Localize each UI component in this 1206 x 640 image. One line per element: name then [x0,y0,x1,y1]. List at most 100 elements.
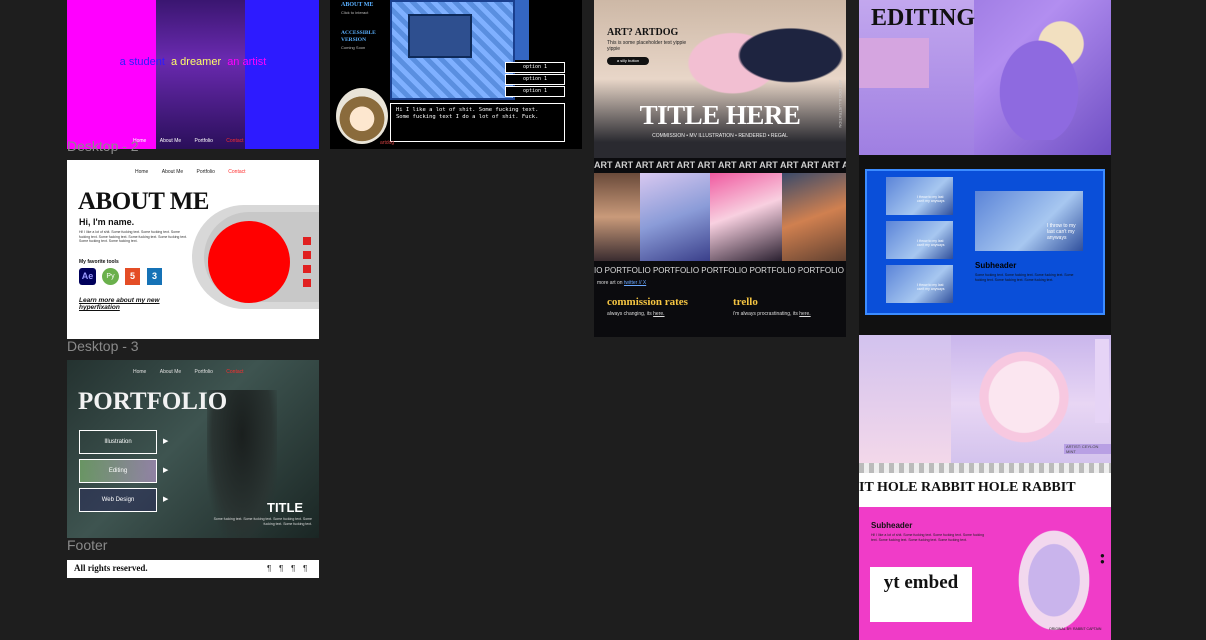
red-button-3[interactable] [303,265,311,273]
game-coming: Coming Soon [341,45,366,50]
rabbit-body: Hi! I like a lot of shit. Some fucking t… [871,533,985,542]
nav-about[interactable]: About Me [162,169,183,175]
red-button-2[interactable] [303,251,311,259]
portfolio-item-illustration[interactable]: Illustration [79,430,157,454]
play-icon: ▶ [163,438,169,445]
social-icon-3[interactable]: ¶ [291,564,295,573]
artdog-frame: ART? ARTDOG This is some placeholder tex… [594,0,846,337]
nav-contact[interactable]: Contact [226,138,243,144]
nav-about[interactable]: About Me [160,369,181,375]
nav-about[interactable]: About Me [160,138,181,144]
play-icon: ▶ [163,467,169,474]
portfolio-card-text: Some fucking text. Some fucking text. So… [213,517,312,526]
game-about-sub: Click to interact [341,10,369,15]
red-button-4[interactable] [303,279,311,287]
artdog-gallery [594,173,846,261]
about-body: Hi! I like a lot of shit. Some fucking t… [79,230,187,243]
commission-text: always changing, its here. [607,311,665,317]
rabbit-embed[interactable]: yt embed [870,567,972,622]
game-map-room [408,14,472,58]
about-link[interactable]: Learn more about my new hyperfixation [79,297,189,311]
frame-label-desktop3[interactable]: Desktop - 3 [67,338,139,354]
game-option-1[interactable]: option 1 [505,62,565,73]
social-icon-1[interactable]: ¶ [267,564,271,573]
canvas: { "labels": {"desktop2": "Desktop - 2", … [0,0,1206,640]
game-about-title[interactable]: ABOUT ME [341,2,373,8]
gallery-tile-3[interactable] [710,173,782,261]
nav-home[interactable]: Home [133,369,146,375]
nav-home[interactable]: Home [135,169,148,175]
game-map-sidebar [515,0,529,60]
artdog-vertical-text: ART DOG ILLUSTRATION [838,80,843,128]
html5-icon: 5 [125,268,140,285]
hero-student: a student [119,56,165,68]
artdog-more-art: more art on twitter // X [597,280,646,286]
hero-stripe-magenta [67,0,156,149]
artdog-marquee-portfolio: IO PORTFOLIO PORTFOLIO PORTFOLIO PORTFOL… [594,266,844,275]
about-frame: Home About Me Portfolio Contact ABOUT ME… [67,160,319,339]
game-dialog-text: Hi I like a lot of shit. Some fucking te… [396,107,539,120]
trello-link[interactable]: here. [799,311,810,317]
rabbit-sidebar [1095,339,1109,423]
more-art-link[interactable]: twitter // X [624,280,646,286]
rabbit-caption: ARTIST: CEYLON MINT [1064,444,1111,454]
game-accessible[interactable]: ACCESSIBLE VERSION [341,30,381,44]
red-button-1[interactable] [303,237,311,245]
editing-character [984,20,1094,140]
artdog-button[interactable]: a silly button [607,57,649,65]
blue-thumb-2-text: I throw to my last can't my anyways [917,239,945,247]
frame-label-footer[interactable]: Footer [67,537,107,553]
about-tools-heading: My favorite tools [79,259,119,265]
about-nav: Home About Me Portfolio Contact [129,169,252,175]
trello-text: i'm always procrastinating, its here. [733,311,823,318]
artdog-marquee-art: ART ART ART ART ART ART ART ART ART ART … [594,160,846,170]
trello-text-label: i'm always procrastinating, its [733,311,798,317]
hero-stripe-purple [156,0,245,149]
game-option-2[interactable]: option 1 [505,74,565,85]
hero-tagline: a student a dreamer an artist [67,56,319,68]
commission-text-label: always changing, its [607,311,652,317]
editing-frame: EDITING [859,0,1111,155]
rabbit-marquee: IT HOLE RABBIT HOLE RABBIT [859,480,1076,495]
nav-contact[interactable]: Contact [228,169,245,175]
game-option-3[interactable]: option 1 [505,86,565,97]
game-frame: ABOUT ME Click to interact ACCESSIBLE VE… [330,0,582,149]
blue-thumb-1-text: I throw to my last can't my anyways [917,195,945,203]
css3-icon: 3 [147,268,162,285]
portfolio-item-web-design[interactable]: Web Design [79,488,157,512]
rabbit-subheader: Subheader [871,521,913,530]
more-art-label: more art on [597,280,623,286]
scroll-dots-icon[interactable]: ● ● [1100,552,1105,566]
nav-portfolio[interactable]: Portfolio [197,169,215,175]
portfolio-title: PORTFOLIO [78,388,228,415]
frame-label-desktop2[interactable]: Desktop - 2 [67,138,139,154]
blue-frame: I throw to my last can't my anyways I th… [859,155,1111,335]
social-icon-4[interactable]: ¶ [303,564,307,573]
play-icon: ▶ [163,496,169,503]
editing-left-block [859,38,929,88]
tool-py-icon: Py [102,268,119,285]
blue-feature-image[interactable] [975,191,1083,251]
gallery-tile-4[interactable] [782,173,846,261]
nav-portfolio[interactable]: Portfolio [195,138,213,144]
artdog-title: TITLE HERE [639,100,801,130]
hero-stripe-blue [245,0,319,149]
hero-nav: Home About Me Portfolio Contact [127,138,250,144]
commission-link[interactable]: here. [653,311,664,317]
portfolio-nav: Home About Me Portfolio Contact [127,369,250,375]
rabbit-frame: ARTIST: CEYLON MINT IT HOLE RABBIT HOLE … [859,335,1111,640]
portfolio-card-title: TITLE [267,500,304,515]
rabbit-checker [859,463,1111,473]
about-greeting: Hi, I'm name. [79,217,135,227]
portfolio-frame: Home About Me Portfolio Contact PORTFOLI… [67,360,319,538]
hero-frame: a student a dreamer an artist Home About… [67,0,319,149]
gallery-tile-2[interactable] [640,173,710,261]
gallery-tile-1[interactable] [594,173,640,261]
portfolio-item-editing[interactable]: Editing [79,459,157,483]
footer-frame: All rights reserved. ¶ ¶ ¶ ¶ [67,560,319,578]
rabbit-left-panel [859,335,951,463]
nav-contact[interactable]: Contact [226,369,243,375]
nav-portfolio[interactable]: Portfolio [195,369,213,375]
social-icon-2[interactable]: ¶ [279,564,283,573]
red-circle [208,221,290,303]
